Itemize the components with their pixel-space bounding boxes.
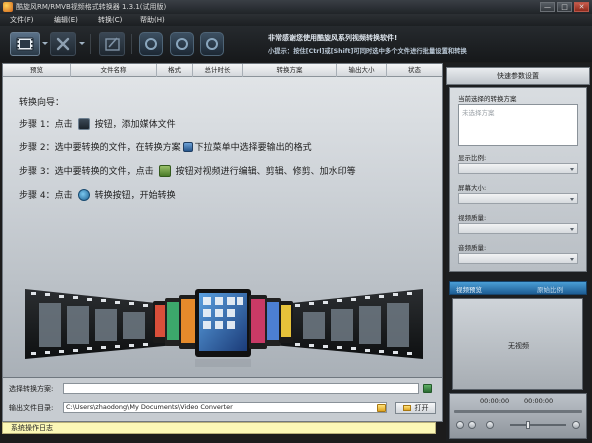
scheme-icon: [182, 141, 193, 152]
toolbar-separator: [131, 34, 132, 54]
stop-icon[interactable]: [468, 421, 476, 429]
preview-title: 视频预览: [456, 286, 482, 294]
add-dropdown-arrow-icon[interactable]: [42, 42, 48, 45]
toolbar-separator: [90, 34, 91, 54]
table-header: 预览 文件名称 格式 总计时长 转换方案 输出大小 状态: [3, 64, 442, 77]
film-icon: [16, 37, 34, 51]
no-video-text: 无视频: [508, 342, 529, 350]
menu-bar: 文件(F) 编辑(E) 转换(C) 帮助(H): [0, 14, 592, 26]
step-text: 转换按钮，开始转换: [94, 191, 176, 201]
promo-text: 非常感谢您使用酷旋风系列视频转换软件!: [268, 34, 398, 42]
stop-icon: [206, 38, 218, 50]
menu-file[interactable]: 文件(F): [0, 15, 42, 25]
col-filename[interactable]: 文件名称: [71, 64, 157, 77]
col-scheme[interactable]: 转换方案: [243, 64, 337, 77]
menu-convert[interactable]: 转换(C): [86, 15, 130, 25]
start-convert-button[interactable]: [139, 32, 163, 56]
device-group: [153, 289, 293, 357]
seek-slider[interactable]: [454, 410, 582, 413]
right-panel: 快速参数设置 当前选择的转换方案 未选择方案 显示比例: 屏幕大小: 视频质量:…: [446, 63, 590, 441]
menu-edit[interactable]: 编辑(E): [42, 15, 86, 25]
pause-icon: [176, 38, 188, 50]
window-controls: — □ ✕: [540, 2, 589, 12]
tip-text: 小提示：按住[Ctrl]或[Shift]可同时选中多个文件进行批量设置和转换: [268, 48, 467, 55]
title-bar: 酷旋风RM/RMVB视频格式转换器 1.3.1(试用版) — □ ✕: [0, 0, 592, 14]
minimize-button[interactable]: —: [540, 2, 555, 12]
total-time: 00:00:00: [524, 397, 554, 405]
close-button[interactable]: ✕: [574, 2, 589, 12]
quick-settings-header: 快速参数设置: [446, 67, 590, 85]
col-status[interactable]: 状态: [387, 64, 442, 77]
operation-log-bar[interactable]: 系统操作日志: [2, 422, 436, 434]
video-quality-label: 视频质量:: [458, 214, 487, 222]
save-scheme-icon[interactable]: [423, 384, 432, 393]
step-text: 步骤 4：点击: [19, 191, 73, 201]
step-text: 步骤 2：选中要转换的文件，在转换方案: [19, 143, 181, 153]
col-output-size[interactable]: 输出大小: [337, 64, 387, 77]
quick-settings-body: 当前选择的转换方案 未选择方案 显示比例: 屏幕大小: 视频质量: 音频质量:: [449, 87, 587, 272]
pause-button[interactable]: [170, 32, 194, 56]
guide-step-4: 步骤 4：点击 转换按钮，开始转换: [19, 188, 176, 201]
audio-quality-select[interactable]: [458, 253, 578, 264]
volume-knob[interactable]: [526, 421, 530, 429]
col-preview[interactable]: 预览: [3, 64, 71, 77]
display-ratio-select[interactable]: [458, 163, 578, 174]
start-icon: [77, 188, 90, 201]
step-text: 按钮，添加媒体文件: [94, 120, 176, 130]
screen-size-select[interactable]: [458, 193, 578, 204]
guide-title: 转换向导：: [19, 98, 65, 108]
browse-folder-icon[interactable]: [377, 404, 386, 412]
col-duration[interactable]: 总计时长: [193, 64, 243, 77]
original-ratio-link[interactable]: 原始比例: [537, 284, 563, 294]
guide-step-1: 步骤 1：点击 按钮，添加媒体文件: [19, 117, 176, 130]
file-list[interactable]: 预览 文件名称 格式 总计时长 转换方案 输出大小 状态 转换向导： 步骤 1：…: [2, 63, 443, 378]
current-scheme-box[interactable]: 未选择方案: [458, 104, 578, 146]
guide-step-3: 步骤 3：选中要转换的文件，点击 按钮对视频进行编辑、剪辑、修剪、加水印等: [19, 164, 356, 177]
maximize-button[interactable]: □: [557, 2, 572, 12]
edit-icon: [105, 37, 120, 51]
toolbar: 非常感谢您使用酷旋风系列视频转换软件! 小提示：按住[Ctrl]或[Shift]…: [0, 26, 592, 62]
open-folder-button[interactable]: 打开: [395, 402, 436, 414]
step-text: 下拉菜单中选择要输出的格式: [194, 143, 312, 153]
fullscreen-icon[interactable]: [572, 421, 580, 429]
folder-icon: [402, 405, 411, 411]
volume-slider[interactable]: [510, 424, 566, 426]
current-time: 00:00:00: [480, 397, 510, 405]
col-format[interactable]: 格式: [157, 64, 193, 77]
play-icon[interactable]: [456, 421, 464, 429]
audio-quality-label: 音频质量:: [458, 244, 487, 252]
current-scheme-label: 当前选择的转换方案: [458, 95, 517, 103]
step-text: 步骤 1：点击: [19, 120, 73, 130]
add-file-button[interactable]: [10, 32, 40, 56]
screen-size-label: 屏幕大小:: [458, 184, 487, 192]
output-dir-label: 输出文件目录:: [9, 404, 54, 412]
delete-button[interactable]: [50, 32, 76, 56]
scheme-select[interactable]: [63, 383, 419, 394]
delete-dropdown-arrow-icon[interactable]: [79, 42, 85, 45]
window-title: 酷旋风RM/RMVB视频格式转换器 1.3.1(试用版): [16, 3, 167, 11]
add-file-icon: [77, 117, 90, 130]
snapshot-icon[interactable]: [486, 421, 494, 429]
output-dir-input[interactable]: C:\Users\zhaodong\My Documents\Video Con…: [63, 402, 387, 413]
app-icon: [3, 2, 13, 12]
play-icon: [145, 38, 157, 50]
menu-help[interactable]: 帮助(H): [130, 15, 172, 25]
display-ratio-label: 显示比例:: [458, 154, 487, 162]
preview-controls: 00:00:00 00:00:00: [449, 393, 587, 439]
guide-step-2: 步骤 2：选中要转换的文件，在转换方案 下拉菜单中选择要输出的格式: [19, 140, 312, 153]
open-button-label: 打开: [414, 404, 429, 412]
close-x-icon: [56, 37, 70, 51]
step-text: 按钮对视频进行编辑、剪辑、修剪、加水印等: [175, 167, 356, 177]
stop-button[interactable]: [200, 32, 224, 56]
banner-illustration: [25, 289, 423, 367]
edit-icon: [158, 164, 171, 177]
preview-screen: 无视频: [452, 298, 583, 390]
video-quality-select[interactable]: [458, 223, 578, 234]
edit-video-button[interactable]: [99, 32, 125, 56]
scheme-label: 选择转换方案:: [9, 385, 54, 393]
step-text: 步骤 3：选中要转换的文件，点击: [19, 167, 154, 177]
bottom-panel: 选择转换方案: 输出文件目录: C:\Users\zhaodong\My Doc…: [2, 378, 443, 422]
preview-header: 视频预览 原始比例: [449, 281, 587, 295]
